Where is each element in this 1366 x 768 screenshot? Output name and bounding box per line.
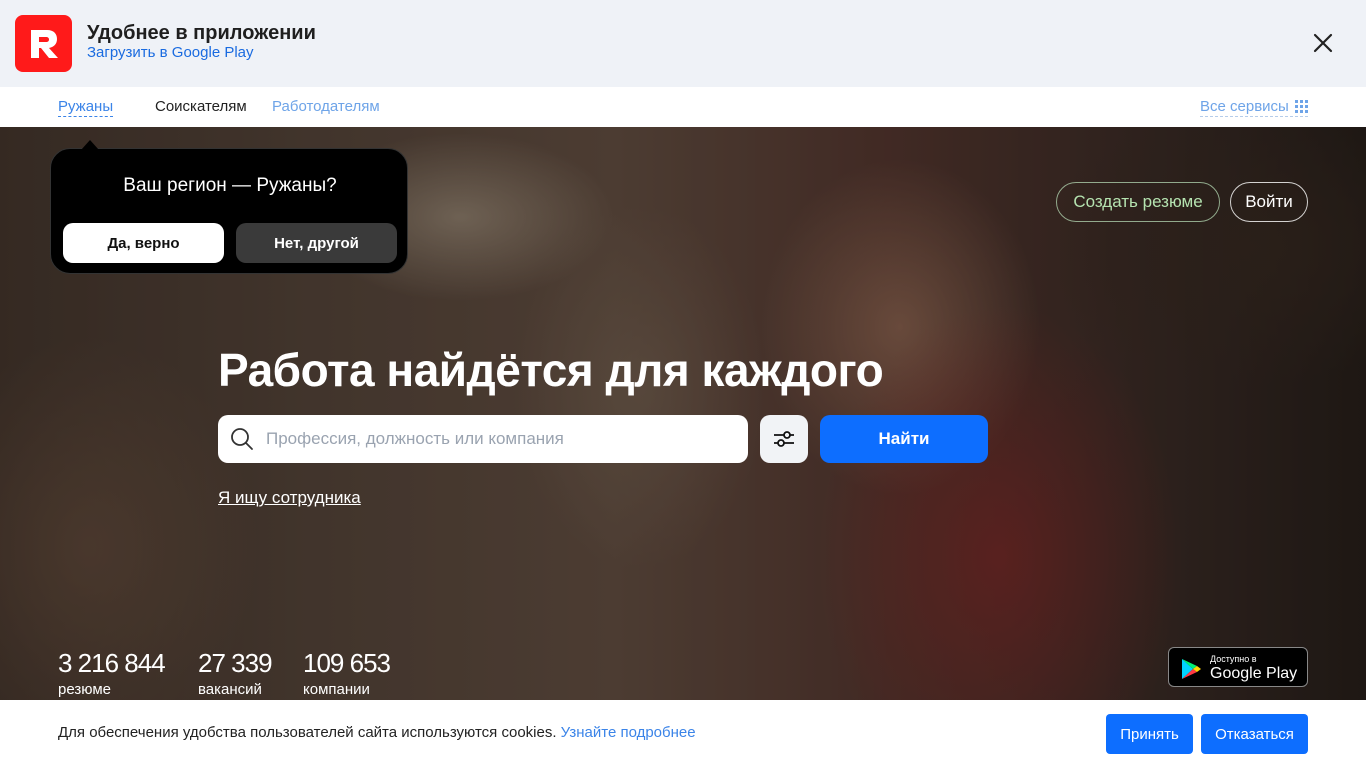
grid-icon — [1294, 100, 1308, 113]
region-confirm-popup: Ваш регион — Ружаны? Да, верно Нет, друг… — [50, 140, 408, 274]
cookie-accept-button[interactable]: Принять — [1106, 714, 1193, 754]
nav-employers[interactable]: Работодателям — [272, 98, 380, 115]
stat-label: вакансий — [198, 681, 262, 698]
google-play-badge[interactable]: Доступно в Google Play — [1168, 647, 1308, 687]
cookie-decline-button[interactable]: Отказаться — [1201, 714, 1308, 754]
stat-label: компании — [303, 681, 370, 698]
stat-vacancies[interactable]: 27 339 вакансий — [198, 648, 273, 698]
badge-small-text: Доступно в — [1210, 654, 1257, 664]
app-banner-title: Удобнее в приложении — [87, 22, 316, 44]
stat-label: резюме — [58, 681, 111, 698]
sliders-icon — [774, 431, 794, 447]
google-play-download-link[interactable]: Загрузить в Google Play — [87, 44, 254, 61]
cookie-text: Для обеспечения удобства пользователей с… — [58, 724, 561, 741]
app-logo[interactable] — [15, 15, 72, 72]
stat-value: 3 216 844 — [58, 648, 166, 678]
search-icon — [231, 428, 253, 450]
create-resume-button[interactable]: Создать резюме — [1056, 182, 1220, 222]
cookie-learn-more-link[interactable]: Узнайте подробнее — [561, 724, 696, 741]
search-input[interactable] — [266, 415, 736, 463]
cookie-message: Для обеспечения удобства пользователей с… — [58, 724, 696, 741]
stat-companies[interactable]: 109 653 компании — [303, 648, 391, 698]
top-navigation: Ружаны Соискателям Работодателям Все сер… — [0, 87, 1366, 127]
badge-big-text: Google Play — [1210, 665, 1298, 682]
stat-value: 109 653 — [303, 648, 391, 678]
search-box — [218, 415, 748, 463]
all-services-link[interactable]: Все сервисы — [1200, 98, 1308, 117]
nav-seekers[interactable]: Соискателям — [155, 98, 247, 115]
region-yes-button[interactable]: Да, верно — [63, 223, 224, 263]
r-logo-icon — [30, 29, 58, 58]
region-no-button[interactable]: Нет, другой — [236, 223, 397, 263]
filter-button[interactable] — [760, 415, 808, 463]
hero-title: Работа найдётся для каждого — [218, 344, 884, 396]
cookie-banner: Для обеспечения удобства пользователей с… — [0, 700, 1366, 768]
close-icon[interactable] — [1310, 30, 1336, 56]
region-selector[interactable]: Ружаны — [58, 98, 114, 117]
stat-value: 27 339 — [198, 648, 273, 678]
app-install-banner: Удобнее в приложении Загрузить в Google … — [0, 0, 1366, 87]
google-play-icon — [1182, 659, 1201, 679]
all-services-label: Все сервисы — [1200, 98, 1289, 115]
stat-resumes[interactable]: 3 216 844 резюме — [58, 648, 166, 698]
region-question: Ваш регион — Ружаны? — [123, 175, 337, 196]
find-button[interactable]: Найти — [820, 415, 988, 463]
login-button[interactable]: Войти — [1230, 182, 1308, 222]
employer-search-link[interactable]: Я ищу сотрудника — [218, 488, 361, 508]
